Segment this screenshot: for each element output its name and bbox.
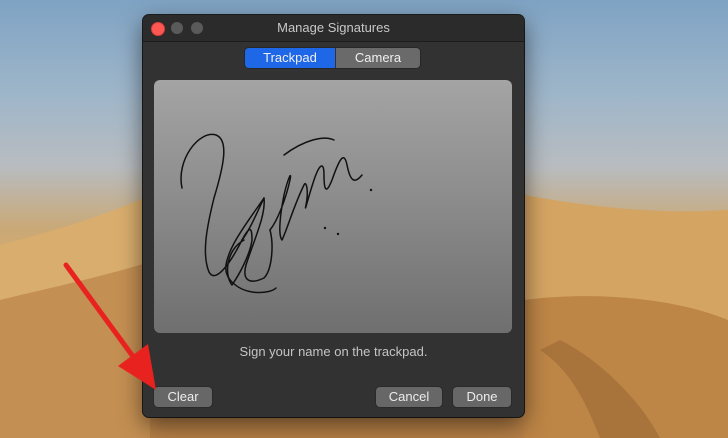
done-button[interactable]: Done bbox=[453, 387, 511, 407]
tab-trackpad[interactable]: Trackpad bbox=[245, 48, 335, 68]
tab-camera[interactable]: Camera bbox=[335, 48, 420, 68]
window-title: Manage Signatures bbox=[277, 20, 390, 35]
cancel-button[interactable]: Cancel bbox=[376, 387, 442, 407]
signature-hint-text: Sign your name on the trackpad. bbox=[239, 344, 428, 359]
signature-source-tabs: Trackpad Camera bbox=[245, 48, 420, 68]
clear-button[interactable]: Clear bbox=[154, 387, 212, 407]
signature-drawing-area[interactable] bbox=[154, 80, 512, 333]
title-bar: Manage Signatures bbox=[143, 15, 524, 42]
signature-stroke bbox=[180, 133, 373, 294]
manage-signatures-dialog: Manage Signatures Trackpad Camera Sign y… bbox=[143, 15, 524, 417]
